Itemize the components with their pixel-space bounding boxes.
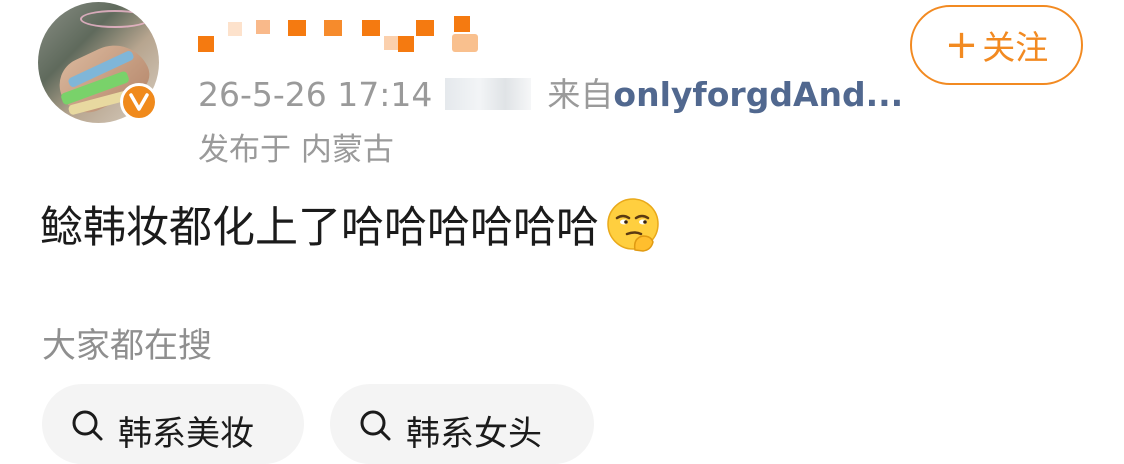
post-source-link[interactable]: onlyforgdAnd...	[613, 75, 903, 114]
source-prefix: 来自	[547, 75, 614, 114]
username[interactable]	[198, 14, 498, 54]
follow-label: 关注	[982, 28, 1049, 67]
post-date: 26-5-26	[198, 75, 327, 114]
plus-icon: +	[944, 22, 979, 68]
follow-button[interactable]: + 关注	[910, 5, 1083, 85]
blurred-region	[444, 78, 531, 110]
search-chip-label: 韩系美妆	[118, 414, 254, 454]
search-icon	[72, 410, 103, 441]
avatar-decoration	[80, 10, 150, 28]
post-time: 17:14	[337, 75, 433, 114]
post-meta: 26-5-26 17:14 来自onlyforgdAnd...	[198, 68, 903, 116]
post-text: 鲶韩妆都化上了哈哈哈哈哈哈	[40, 203, 599, 253]
verified-badge-icon	[120, 83, 158, 121]
trending-search-title: 大家都在搜	[42, 326, 212, 366]
post-location: 发布于 内蒙古	[198, 132, 394, 168]
search-chip-label: 韩系女头	[406, 414, 542, 454]
search-chip[interactable]: 韩系女头	[330, 384, 594, 464]
search-chip[interactable]: 韩系美妆	[42, 384, 304, 464]
thinking-smirk-emoji-icon	[607, 198, 659, 252]
search-icon	[360, 410, 391, 441]
post-body: 鲶韩妆都化上了哈哈哈哈哈哈	[40, 193, 661, 255]
